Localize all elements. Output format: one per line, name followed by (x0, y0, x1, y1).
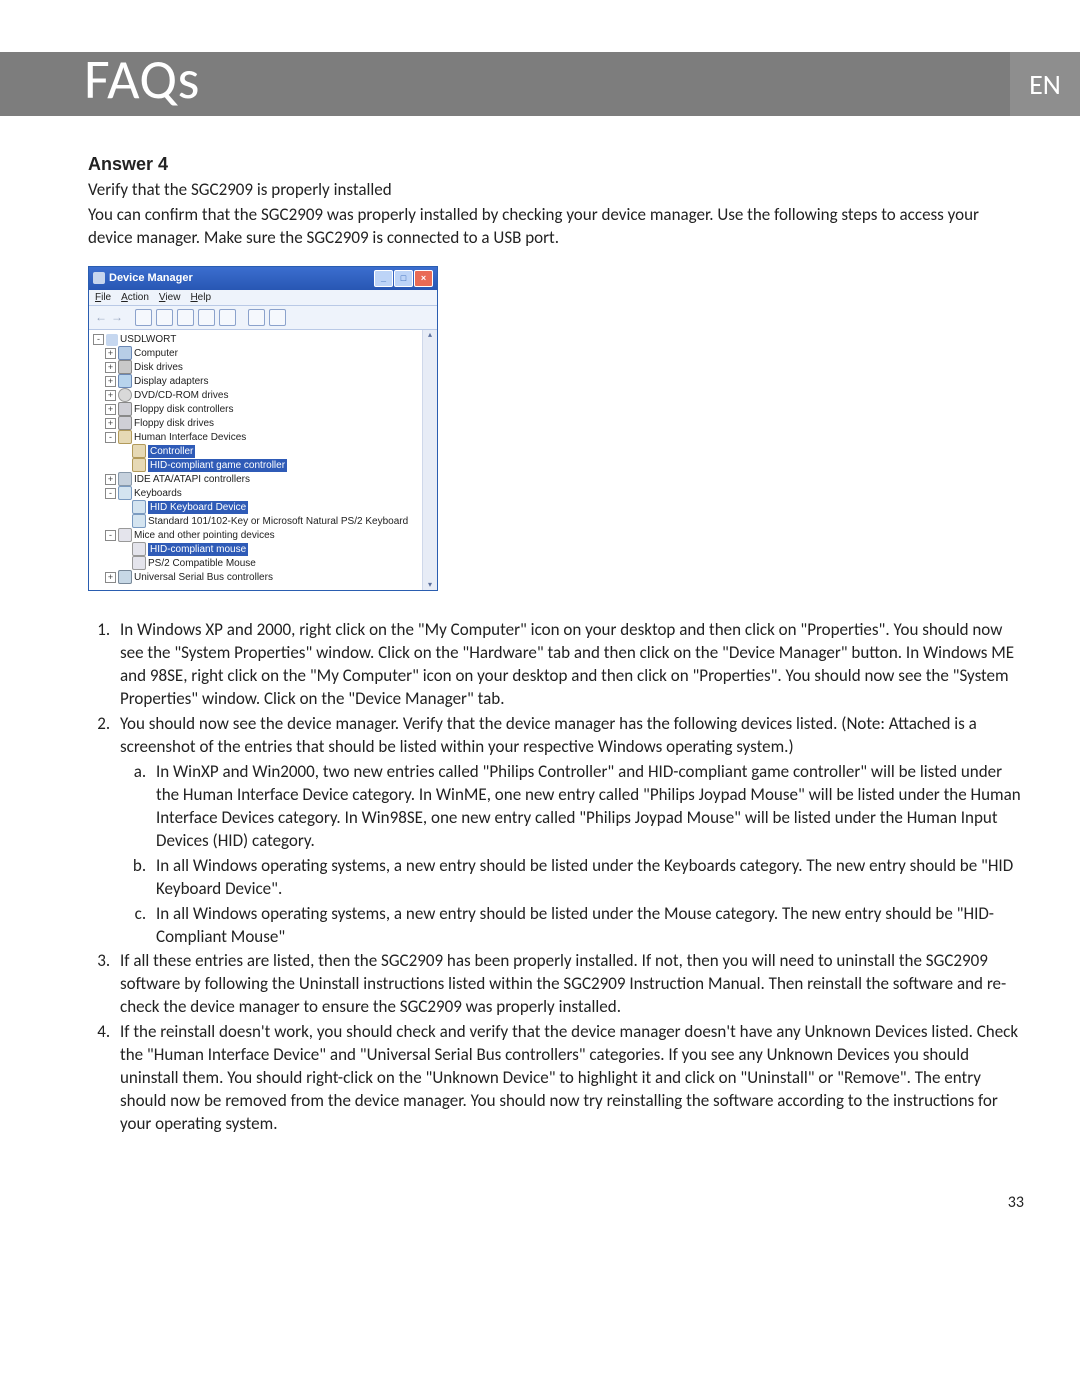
step-2: You should now see the device manager. V… (114, 713, 1024, 948)
floppy-icon (118, 416, 132, 430)
tree-root[interactable]: -USDLWORT (91, 333, 435, 347)
page-number: 33 (0, 1153, 1080, 1242)
scroll-up-icon[interactable]: ▴ (428, 330, 432, 341)
tree-node-ps2-mouse[interactable]: PS/2 Compatible Mouse (91, 556, 435, 570)
keyboard-icon (132, 500, 146, 514)
floppy-icon (118, 402, 132, 416)
step-2-sublist: In WinXP and Win2000, two new entries ca… (120, 761, 1024, 949)
dm-window-title: Device Manager (109, 272, 193, 284)
toolbar-icon[interactable] (198, 309, 215, 326)
step-1: In Windows XP and 2000, right click on t… (114, 619, 1024, 711)
hid-icon (132, 458, 146, 472)
tree-node-controller[interactable]: Controller (91, 444, 435, 458)
steps-list: In Windows XP and 2000, right click on t… (88, 619, 1024, 1136)
tree-node-keyboards[interactable]: -Keyboards (91, 486, 435, 500)
toolbar-icon[interactable] (177, 309, 194, 326)
close-button[interactable]: × (414, 270, 433, 287)
menu-action[interactable]: Action (121, 292, 149, 303)
toolbar-icon[interactable] (135, 309, 152, 326)
tree-node-disk-drives[interactable]: +Disk drives (91, 360, 435, 374)
step-2a: In WinXP and Win2000, two new entries ca… (150, 761, 1024, 853)
hid-icon (132, 444, 146, 458)
tree-node-computer[interactable]: +Computer (91, 346, 435, 360)
tree-node-floppy-controllers[interactable]: +Floppy disk controllers (91, 402, 435, 416)
intro-paragraph: You can confirm that the SGC2909 was pro… (88, 204, 1024, 250)
dm-menubar: File Action View Help (89, 290, 437, 306)
display-icon (118, 374, 132, 388)
menu-file[interactable]: File (95, 292, 111, 303)
tree-node-hid-keyboard[interactable]: HID Keyboard Device (91, 500, 435, 514)
mouse-icon (118, 528, 132, 542)
tree-node-floppy-drives[interactable]: +Floppy disk drives (91, 416, 435, 430)
tree-node-mice[interactable]: -Mice and other pointing devices (91, 528, 435, 542)
hid-icon (118, 430, 132, 444)
computer-icon (118, 346, 132, 360)
language-badge: EN (1010, 52, 1080, 116)
toolbar-icon[interactable] (156, 309, 173, 326)
content-area: Answer 4 Verify that the SGC2909 is prop… (0, 116, 1080, 1136)
computer-root-icon (106, 334, 118, 346)
tree-node-hid-game[interactable]: HID-compliant game controller (91, 458, 435, 472)
scroll-down-icon[interactable]: ▾ (428, 580, 432, 591)
tree-node-hid[interactable]: -Human Interface Devices (91, 430, 435, 444)
answer-heading: Answer 4 (88, 154, 1024, 175)
disk-icon (118, 360, 132, 374)
device-manager-screenshot: Device Manager _ □ × File Action View He… (88, 266, 438, 592)
cd-icon (118, 388, 132, 402)
step-2c: In all Windows operating systems, a new … (150, 903, 1024, 949)
mouse-icon (132, 542, 146, 556)
maximize-button[interactable]: □ (394, 270, 413, 287)
tree-node-usb[interactable]: +Universal Serial Bus controllers (91, 570, 435, 584)
keyboard-icon (132, 514, 146, 528)
scrollbar[interactable]: ▴▾ (422, 330, 437, 591)
tree-node-ide[interactable]: +IDE ATA/ATAPI controllers (91, 472, 435, 486)
dm-toolbar: ← → (89, 306, 437, 330)
menu-help[interactable]: Help (190, 292, 211, 303)
dm-titlebar: Device Manager _ □ × (89, 267, 437, 290)
step-2b: In all Windows operating systems, a new … (150, 855, 1024, 901)
tree-node-std-keyboard[interactable]: Standard 101/102-Key or Microsoft Natura… (91, 514, 435, 528)
dm-system-icon (93, 272, 105, 284)
usb-icon (118, 570, 132, 584)
dm-tree: ▴▾ -USDLWORT +Computer +Disk drives +Dis… (89, 330, 437, 591)
tree-node-hid-mouse[interactable]: HID-compliant mouse (91, 542, 435, 556)
step-2-text: You should now see the device manager. V… (120, 713, 977, 757)
tree-node-dvd[interactable]: +DVD/CD-ROM drives (91, 388, 435, 402)
back-icon[interactable]: ← (95, 310, 107, 324)
keyboard-icon (118, 486, 132, 500)
toolbar-icon[interactable] (269, 309, 286, 326)
ide-icon (118, 472, 132, 486)
mouse-icon (132, 556, 146, 570)
minimize-button[interactable]: _ (374, 270, 393, 287)
tree-node-display-adapters[interactable]: +Display adapters (91, 374, 435, 388)
step-4: If the reinstall doesn't work, you shoul… (114, 1021, 1024, 1136)
verify-line: Verify that the SGC2909 is properly inst… (88, 179, 1024, 202)
page-title: FAQs (84, 46, 200, 114)
forward-icon[interactable]: → (111, 310, 123, 324)
menu-view[interactable]: View (159, 292, 181, 303)
toolbar-icon[interactable] (248, 309, 265, 326)
header-bar: FAQs EN (0, 52, 1080, 116)
step-3: If all these entries are listed, then th… (114, 950, 1024, 1019)
toolbar-icon[interactable] (219, 309, 236, 326)
